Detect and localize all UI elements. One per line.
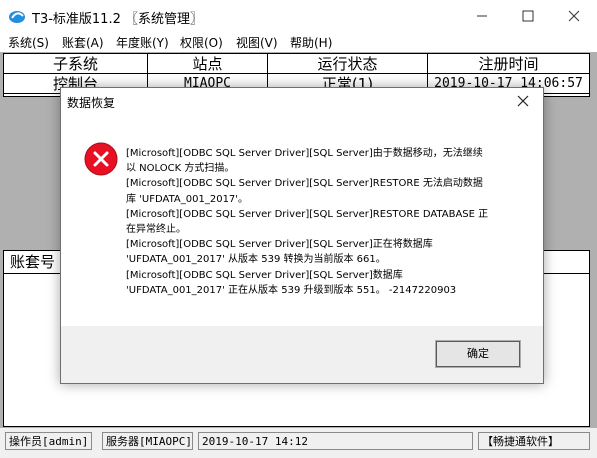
app-logo-icon <box>9 11 25 23</box>
menu-system[interactable]: 系统(S) <box>8 34 49 51</box>
window-titlebar: T3-标准版11.2 〖系统管理〗 <box>0 0 597 32</box>
message-line: 'UFDATA_001_2017' 正在从版本 539 升级到版本 551。 -… <box>126 284 457 296</box>
message-line: [Microsoft][ODBC SQL Server Driver][SQL … <box>126 208 489 220</box>
dialog-title: 数据恢复 <box>67 96 116 110</box>
dialog-titlebar: 数据恢复 <box>61 88 543 116</box>
maximize-icon <box>522 10 534 22</box>
close-icon <box>517 95 529 107</box>
menu-view[interactable]: 视图(V) <box>236 34 278 51</box>
maximize-button[interactable] <box>505 0 551 32</box>
message-line: 库 'UFDATA_001_2017'。 <box>126 193 249 205</box>
menu-year-account[interactable]: 年度账(Y) <box>116 34 169 51</box>
close-button[interactable] <box>551 0 597 32</box>
minimize-icon <box>477 15 487 17</box>
column-header-subsystem[interactable]: 子系统 <box>4 54 148 74</box>
dialog-close-button[interactable] <box>511 90 535 114</box>
error-message: [Microsoft][ODBC SQL Server Driver][SQL … <box>126 146 521 298</box>
menu-bar: 系统(S) 账套(A) 年度账(Y) 权限(O) 视图(V) 帮助(H) <box>0 32 597 52</box>
minimize-button[interactable] <box>459 0 505 32</box>
message-line: 在异常终止。 <box>126 224 186 236</box>
menu-help[interactable]: 帮助(H) <box>290 34 332 51</box>
message-line: [Microsoft][ODBC SQL Server Driver][SQL … <box>126 239 433 251</box>
restore-error-dialog: 数据恢复 [Microsoft][ODBC SQL Server Driver]… <box>60 87 544 384</box>
column-header-site[interactable]: 站点 <box>148 54 268 74</box>
status-operator: 操作员[admin] <box>5 432 92 450</box>
status-server: 服务器[MIAOPC] <box>102 432 193 450</box>
message-line: 'UFDATA_001_2017' 从版本 539 转换为当前版本 661。 <box>126 254 386 266</box>
message-line: [Microsoft][ODBC SQL Server Driver][SQL … <box>126 148 483 159</box>
ok-button[interactable]: 确定 <box>435 340 521 368</box>
menu-account[interactable]: 账套(A) <box>62 34 104 51</box>
status-brand: 【畅捷通软件】 <box>478 432 590 450</box>
message-line: [Microsoft][ODBC SQL Server Driver][SQL … <box>126 269 403 281</box>
dialog-body: [Microsoft][ODBC SQL Server Driver][SQL … <box>61 116 543 326</box>
column-header-register-time[interactable]: 注册时间 <box>428 54 589 74</box>
message-line: [Microsoft][ODBC SQL Server Driver][SQL … <box>126 178 483 190</box>
status-datetime: 2019-10-17 14:12 <box>198 432 473 450</box>
status-bar: 操作员[admin] 服务器[MIAOPC] 2019-10-17 14:12 … <box>0 428 597 458</box>
close-icon <box>568 10 580 22</box>
window-title: T3-标准版11.2 〖系统管理〗 <box>32 12 203 27</box>
menu-permission[interactable]: 权限(O) <box>180 34 223 51</box>
error-icon <box>84 142 118 176</box>
message-line: 以 NOLOCK 方式扫描。 <box>126 163 235 175</box>
column-header-status[interactable]: 运行状态 <box>268 54 428 74</box>
